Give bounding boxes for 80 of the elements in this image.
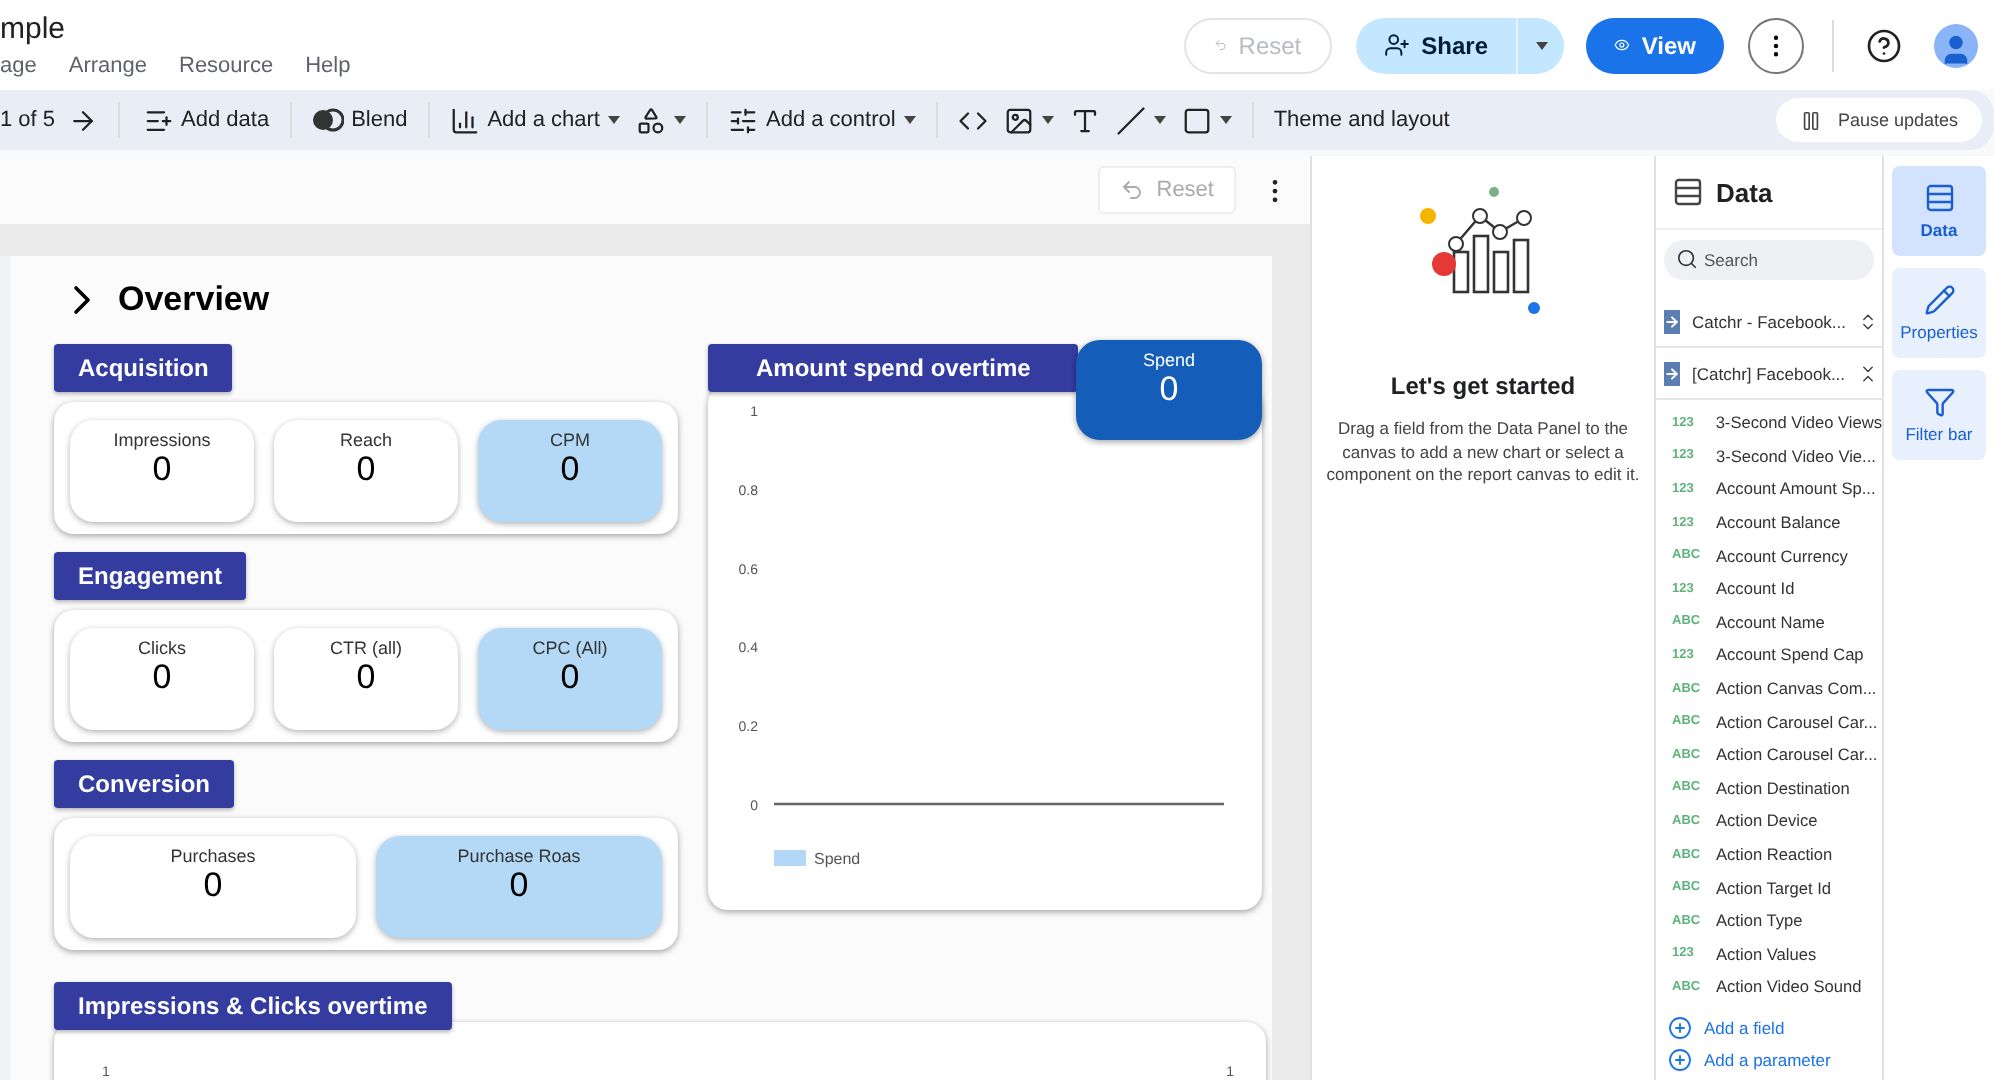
side-tab[interactable]: Data bbox=[1892, 166, 1986, 256]
overlapping-circles-icon bbox=[311, 108, 344, 132]
menu-item[interactable]: Resource bbox=[179, 54, 274, 78]
scorecard-value: 0 bbox=[560, 450, 580, 490]
data-source-icon bbox=[1664, 361, 1680, 385]
scorecard-label: Spend bbox=[1142, 350, 1196, 370]
share-button[interactable]: Share bbox=[1355, 17, 1516, 73]
undo-icon bbox=[1120, 178, 1145, 202]
side-tab-icon bbox=[1923, 182, 1955, 214]
scorecard-value: 0 bbox=[152, 450, 172, 490]
scorecard-label: CTR (all) bbox=[330, 638, 402, 658]
add-link[interactable]: Add a field bbox=[1656, 1011, 1882, 1044]
scorecard-value: 0 bbox=[1159, 370, 1179, 410]
toolbar-icon bbox=[1069, 105, 1100, 135]
side-tab-icon bbox=[1923, 386, 1955, 418]
toolbar-icon bbox=[727, 105, 758, 135]
scorecard-value: 0 bbox=[356, 658, 376, 698]
dropdown-caret-icon bbox=[673, 116, 686, 124]
help-icon bbox=[1866, 27, 1902, 63]
data-source-icon bbox=[1664, 309, 1680, 333]
toolbar-button[interactable]: Add a chart bbox=[441, 96, 628, 144]
section-label: Conversion bbox=[54, 760, 235, 808]
chart-title: Impressions & Clicks overtime bbox=[54, 982, 452, 1030]
scorecard-label: Reach bbox=[339, 430, 392, 450]
menu-item[interactable]: age bbox=[0, 54, 37, 78]
section-label: Engagement bbox=[54, 552, 247, 600]
toolbar-icon bbox=[1003, 105, 1034, 135]
panel-title: Data bbox=[1716, 177, 1773, 207]
dropdown-caret-icon bbox=[1041, 116, 1054, 124]
plus-circle-icon bbox=[1668, 1015, 1692, 1040]
dropdown-caret-icon bbox=[1153, 116, 1166, 124]
toolbar-button[interactable]: Theme and layout bbox=[1265, 96, 1458, 144]
toolbar-icon bbox=[449, 105, 480, 135]
toolbar-icon bbox=[1115, 105, 1146, 135]
toolbar-icon bbox=[143, 105, 174, 135]
side-tab[interactable]: Properties bbox=[1892, 268, 1986, 358]
legend-label: Spend bbox=[814, 850, 861, 868]
scorecard-label: CPC (All) bbox=[532, 638, 608, 658]
scorecard-value: 0 bbox=[152, 658, 172, 698]
pause-icon bbox=[1799, 109, 1822, 131]
side-tab-icon bbox=[1923, 284, 1955, 316]
scorecard-label: Impressions bbox=[113, 430, 211, 450]
scorecard-label: Purchases bbox=[170, 846, 256, 866]
arrow-right-icon bbox=[67, 105, 98, 135]
view-button[interactable]: View bbox=[1586, 17, 1724, 73]
scorecard-value: 0 bbox=[356, 450, 376, 490]
collapse-icon bbox=[1857, 363, 1878, 383]
side-tab[interactable]: Filter bar bbox=[1892, 370, 1986, 460]
scorecard-label: Purchase Roas bbox=[457, 846, 581, 866]
search-field[interactable]: Search bbox=[1664, 240, 1874, 280]
data-icon bbox=[1672, 176, 1704, 208]
expand-icon bbox=[1858, 311, 1879, 331]
dropdown-caret-icon bbox=[903, 116, 916, 124]
add-link[interactable]: Add a parameter bbox=[1656, 1043, 1882, 1076]
toolbar-icon bbox=[1181, 105, 1212, 135]
scorecard-value: 0 bbox=[560, 658, 580, 698]
scorecard-value: 0 bbox=[203, 866, 223, 906]
dropdown-caret-icon bbox=[1219, 116, 1232, 124]
report-title: mple bbox=[0, 12, 68, 46]
scorecard-label: CPM bbox=[550, 430, 590, 450]
chart-title: Amount spend overtime bbox=[708, 344, 1079, 392]
toolbar-icon bbox=[635, 105, 666, 135]
page-heading: Overview bbox=[118, 280, 270, 320]
toolbar-button[interactable]: Add a control bbox=[719, 96, 924, 144]
menu-item[interactable]: Help bbox=[305, 54, 351, 78]
page-indicator: 1 of 5 bbox=[0, 108, 56, 132]
scorecard-label: Clicks bbox=[138, 638, 186, 658]
panel-heading: Let's get started bbox=[1390, 372, 1576, 400]
menu-item[interactable]: Arrange bbox=[68, 54, 147, 78]
plus-circle-icon bbox=[1668, 1047, 1692, 1072]
toolbar-button[interactable]: Add data bbox=[135, 96, 278, 144]
dropdown-caret-icon bbox=[607, 116, 620, 124]
person-add-icon bbox=[1383, 32, 1410, 58]
toolbar-button[interactable]: Blend bbox=[303, 96, 416, 144]
account-avatar[interactable] bbox=[1934, 23, 1978, 67]
search-icon bbox=[1676, 248, 1698, 270]
section-label: Acquisition bbox=[54, 344, 233, 392]
scorecard-value: 0 bbox=[509, 866, 529, 906]
pause-updates-button[interactable]: Pause updates bbox=[1775, 98, 1982, 142]
panel-description: Drag a field from the Data Panel to the canvas to add a new chart or select a component on the report canvas to edit it. bbox=[1324, 418, 1642, 487]
